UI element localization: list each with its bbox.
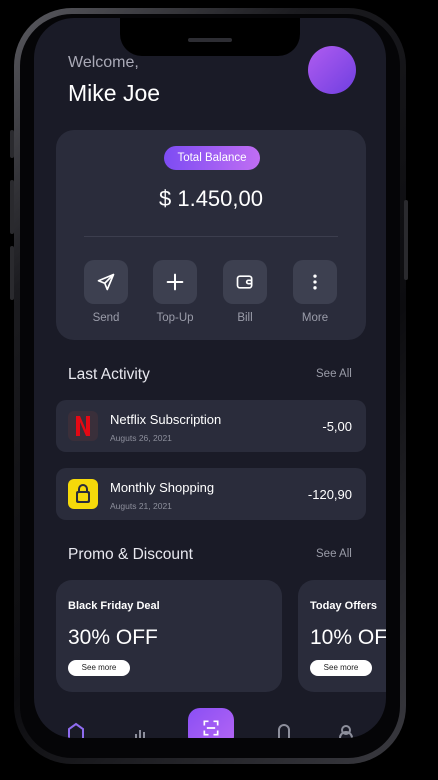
- bill-action[interactable]: Bill: [222, 260, 268, 324]
- balance-amount: $ 1.450,00: [159, 186, 263, 211]
- shopping-bag-icon: [68, 479, 98, 509]
- bill-button[interactable]: [223, 260, 267, 304]
- see-all-activity-link[interactable]: See All: [316, 368, 352, 380]
- bill-label: Bill: [237, 312, 253, 324]
- promo-card[interactable]: Black Friday Deal 30% OFF See more: [56, 580, 282, 692]
- promo-card-offer: 10% OFF: [310, 626, 386, 649]
- welcome-text: Welcome,: [68, 54, 139, 71]
- side-button: [404, 200, 408, 280]
- profile-icon[interactable]: [336, 722, 356, 738]
- activity-value: -120,90: [307, 487, 352, 502]
- side-button: [10, 180, 14, 234]
- netflix-icon: [68, 411, 98, 441]
- notch: [120, 18, 300, 56]
- home-icon[interactable]: [66, 722, 86, 738]
- see-more-button[interactable]: See more: [68, 660, 130, 676]
- promo-card-title: Black Friday Deal: [68, 600, 160, 612]
- activity-name: Monthly Shopping: [110, 480, 215, 495]
- stats-icon[interactable]: [130, 722, 150, 738]
- avatar[interactable]: [308, 46, 356, 94]
- top-up-button[interactable]: [153, 260, 197, 304]
- more-action[interactable]: More: [292, 260, 338, 324]
- user-name: Mike Joe: [68, 80, 161, 106]
- activity-item[interactable]: Monthly Shopping Auguts 21, 2021 -120,90: [56, 468, 366, 520]
- activity-date: Auguts 26, 2021: [110, 433, 172, 443]
- balance-card: Total Balance $ 1.450,00 Send Top-Up Bil…: [56, 130, 366, 340]
- wallet-icon: [236, 275, 253, 289]
- more-button[interactable]: [293, 260, 337, 304]
- tab-bar: [34, 708, 386, 738]
- side-button: [10, 246, 14, 300]
- top-up-action[interactable]: Top-Up: [152, 260, 198, 324]
- plus-icon: [166, 273, 184, 291]
- see-all-promo-link[interactable]: See All: [316, 548, 352, 560]
- more-vertical-icon: [313, 274, 317, 290]
- total-balance-badge: Total Balance: [164, 146, 260, 170]
- scan-button[interactable]: [188, 708, 234, 738]
- send-button[interactable]: [84, 260, 128, 304]
- scan-icon: [203, 720, 219, 736]
- activity-value: -5,00: [322, 419, 352, 434]
- see-more-button[interactable]: See more: [310, 660, 372, 676]
- send-icon: [97, 273, 115, 291]
- promo-card-title: Today Offers: [310, 600, 378, 612]
- activity-date: Auguts 21, 2021: [110, 501, 172, 511]
- side-button: [10, 130, 14, 158]
- top-up-label: Top-Up: [156, 312, 194, 324]
- last-activity-title: Last Activity: [68, 366, 150, 383]
- send-label: Send: [92, 312, 120, 324]
- activity-item[interactable]: Netflix Subscription Auguts 26, 2021 -5,…: [56, 400, 366, 452]
- divider: [84, 236, 338, 237]
- activity-name: Netflix Subscription: [110, 412, 222, 427]
- app-screen: Welcome, Mike Joe Total Balance $ 1.450,…: [34, 18, 386, 738]
- promo-card-offer: 30% OFF: [68, 626, 158, 649]
- promo-title: Promo & Discount: [68, 546, 193, 563]
- send-action[interactable]: Send: [83, 260, 129, 324]
- more-label: More: [301, 312, 329, 324]
- promo-card[interactable]: Today Offers 10% OFF See more: [298, 580, 386, 692]
- notification-icon[interactable]: [274, 722, 294, 738]
